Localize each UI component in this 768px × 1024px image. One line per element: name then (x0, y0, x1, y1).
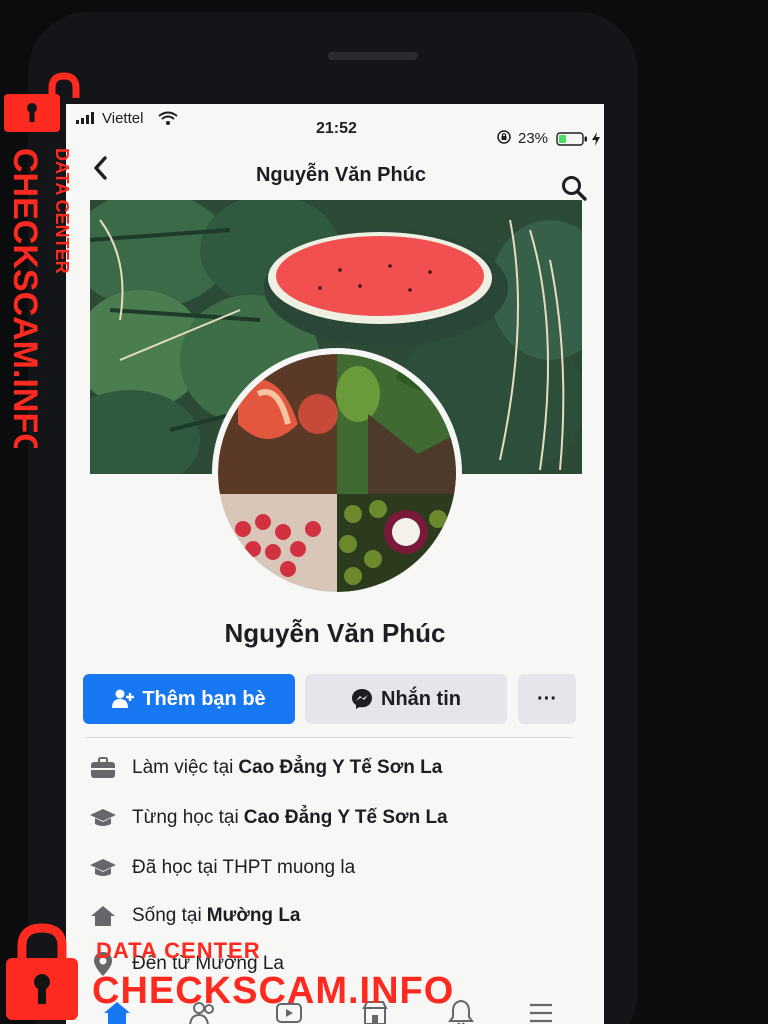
svg-text:DATA CENTER: DATA CENTER (52, 148, 72, 274)
info-lives-value[interactable]: Mường La (207, 905, 301, 927)
charging-icon (592, 132, 600, 146)
watermark-vertical-text: CHECKSCAM.INFO DATA CENTER (8, 148, 72, 448)
add-friend-button[interactable]: Thêm bạn bè (83, 674, 295, 724)
info-item-studied: Từng học tại Cao Đẳng Y Tế Sơn La (88, 800, 448, 836)
message-label: Nhắn tin (381, 687, 461, 710)
carrier-name: Viettel (102, 110, 144, 127)
info-item-work: Làm việc tại Cao Đẳng Y Tế Sơn La (88, 750, 442, 786)
home-icon (88, 903, 118, 929)
nav-title: Nguyễn Văn Phúc (255, 164, 427, 186)
info-item-highschool: Đã học tại THPT muong la (88, 850, 355, 886)
briefcase-icon (88, 755, 118, 781)
watermark-lock-icon (6, 923, 78, 1020)
info-work-value[interactable]: Cao Đẳng Y Tế Sơn La (238, 757, 442, 779)
wifi-icon (158, 111, 178, 125)
add-friend-icon (112, 689, 135, 708)
watermark-lock-icon (4, 72, 80, 132)
phone-screen: Viettel 21:52 23% Nguyễn Văn Phúc Nguyễn… (66, 104, 604, 1024)
graduation-cap-icon (88, 805, 118, 831)
info-highschool-text: Đã học tại THPT muong la (132, 857, 356, 878)
svg-text:CHECKSCAM.INFO: CHECKSCAM.INFO (8, 148, 44, 448)
status-time: 21:52 (316, 120, 357, 137)
section-divider (86, 737, 572, 738)
add-friend-label: Thêm bạn bè (142, 687, 266, 710)
battery-percent: 23% (518, 130, 549, 147)
nav-header: Nguyễn Văn Phúc (66, 148, 604, 202)
earpiece (328, 52, 418, 60)
search-icon[interactable] (560, 174, 588, 202)
profile-avatar[interactable] (212, 348, 462, 598)
info-work-prefix: Làm việc tại (132, 757, 234, 778)
info-item-lives-in: Sống tại Mường La (88, 898, 301, 934)
graduation-cap-icon (88, 855, 118, 881)
more-options-button[interactable]: ··· (518, 674, 576, 724)
watermark-checkscam: CHECKSCAM.INFO (92, 970, 455, 1012)
message-button[interactable]: Nhắn tin (305, 674, 507, 724)
info-studied-prefix: Từng học tại (132, 807, 239, 828)
info-studied-value[interactable]: Cao Đẳng Y Tế Sơn La (244, 807, 448, 829)
more-options-icon: ··· (537, 687, 557, 710)
info-lives-prefix: Sống tại (132, 905, 202, 926)
rotation-lock-icon (497, 130, 511, 144)
watermark-data-center: DATA CENTER (96, 938, 261, 963)
menu-tab-icon[interactable] (526, 998, 556, 1024)
battery-icon (556, 132, 587, 146)
back-icon[interactable] (90, 154, 112, 182)
profile-name: Nguyễn Văn Phúc (224, 618, 446, 648)
messenger-icon (352, 689, 372, 709)
status-bar: Viettel 21:52 23% (66, 104, 604, 147)
